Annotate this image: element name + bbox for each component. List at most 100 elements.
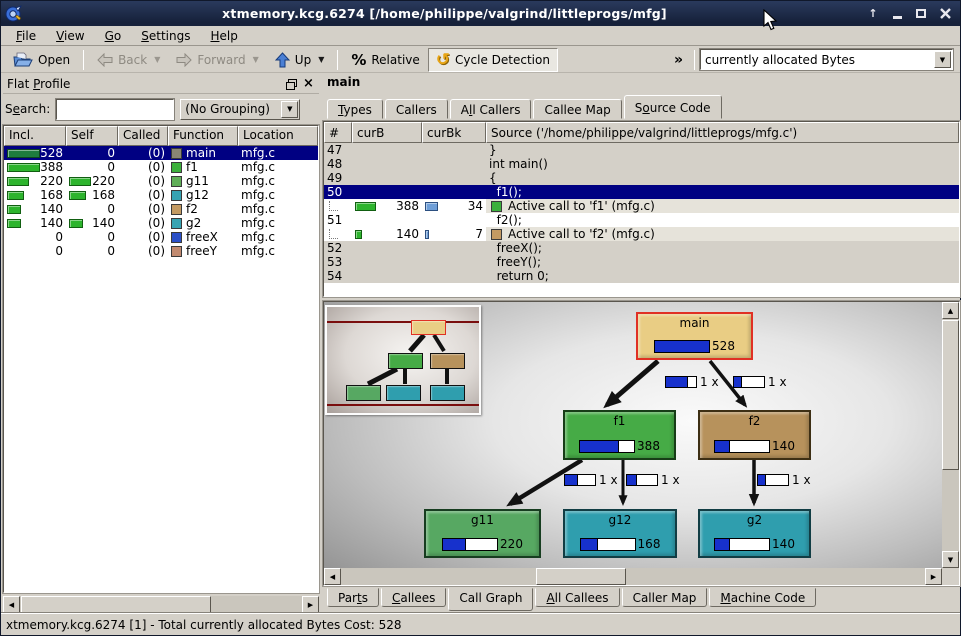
tab-machine-code[interactable]: Machine Code [709, 588, 816, 607]
app-icon [5, 5, 23, 23]
source-line-54[interactable]: 54 return 0; [324, 269, 959, 283]
back-dropdown-icon[interactable]: ▼ [154, 55, 160, 64]
scroll-left-icon[interactable]: ◀ [324, 568, 341, 585]
incl-bar [7, 163, 40, 172]
menu-file[interactable]: File [7, 28, 45, 44]
table-row-freex[interactable]: 00(0)freeXmfg.c [4, 230, 318, 244]
table-row-g2[interactable]: 140140(0)g2mfg.c [4, 216, 318, 230]
edge-cost-bar [564, 474, 596, 486]
flat-profile-hscrollbar[interactable]: ◀ ▶ [3, 596, 319, 613]
source-line-47[interactable]: 47} [324, 143, 959, 157]
table-row-g11[interactable]: 220220(0)g11mfg.c [4, 174, 318, 188]
node-cost-bar [714, 538, 770, 551]
up-button[interactable]: Up ▼ [267, 48, 333, 72]
tab-source-code[interactable]: Source Code [624, 95, 722, 119]
source-line-52[interactable]: 52 freeX(); [324, 241, 959, 255]
grouping-combo[interactable]: (No Grouping) ▼ [180, 99, 300, 120]
source-line-53[interactable]: 53 freeY(); [324, 255, 959, 269]
event-type-combo[interactable]: currently allocated Bytes ▼ [700, 49, 953, 70]
forward-button[interactable]: Forward ▼ [168, 48, 266, 72]
source-call-row[interactable]: 1407Active call to 'f2' (mfg.c) [324, 227, 959, 241]
source-line-51[interactable]: 51 f2(); [324, 213, 959, 227]
graph-node-main[interactable]: main528 [636, 312, 753, 360]
close-button[interactable] [938, 7, 952, 21]
graph-node-g12[interactable]: g12168 [563, 509, 677, 558]
cycle-detection-button[interactable]: ↺ Cycle Detection [428, 48, 558, 72]
titlebar[interactable]: xtmemory.kcg.6274 [/home/philippe/valgri… [1, 1, 960, 26]
scroll-right-icon[interactable]: ▶ [925, 568, 942, 585]
grouping-dropdown-icon[interactable]: ▼ [281, 101, 298, 118]
graph-node-f1[interactable]: f1388 [563, 410, 676, 460]
tab-types[interactable]: Types [327, 99, 383, 119]
scroll-down-icon[interactable]: ▼ [942, 551, 959, 568]
menu-help[interactable]: Help [201, 28, 246, 44]
source-line-50[interactable]: 50 f1(); [324, 185, 959, 199]
forward-dropdown-icon[interactable]: ▼ [253, 55, 259, 64]
tab-callees[interactable]: Callees [381, 588, 446, 607]
tab-caller-map[interactable]: Caller Map [622, 588, 708, 607]
graph-node-g2[interactable]: g2140 [698, 509, 811, 558]
call-graph-panel[interactable]: main528f1388f2140g11220g12168g21401 x1 x… [323, 301, 960, 586]
column-header-incl[interactable]: Incl. [4, 126, 66, 146]
tab-callers[interactable]: Callers [385, 99, 448, 119]
up-dropdown-icon[interactable]: ▼ [318, 55, 324, 64]
column-header-location[interactable]: Location [238, 126, 318, 146]
table-row-f1[interactable]: 3880(0)f1mfg.c [4, 160, 318, 174]
dock-titlebar[interactable]: Flat Profile × [3, 75, 319, 94]
function-cell: f2 [168, 202, 238, 216]
graph-node-g11[interactable]: g11220 [424, 509, 541, 558]
relative-button[interactable]: % Relative [343, 48, 427, 72]
graph-node-f2[interactable]: f2140 [698, 410, 811, 460]
maximize-button[interactable] [914, 7, 928, 21]
menu-go[interactable]: Go [96, 28, 131, 44]
dock-float-icon[interactable] [285, 78, 298, 91]
combo-dropdown-icon[interactable]: ▼ [934, 51, 951, 68]
open-button[interactable]: Open [5, 48, 78, 72]
table-row-f2[interactable]: 1400(0)f2mfg.c [4, 202, 318, 216]
scroll-up-icon[interactable]: ▲ [942, 302, 959, 319]
column-header-curb[interactable]: curB [352, 122, 422, 143]
search-input[interactable] [56, 99, 174, 120]
incl-bar [7, 219, 21, 228]
search-row: Search: (No Grouping) ▼ [3, 94, 319, 124]
graph-vscrollbar[interactable]: ▲ ▼ [942, 302, 959, 568]
column-header-called[interactable]: Called [118, 126, 168, 146]
column-header-source[interactable]: Source ('/home/philippe/valgrind/littlep… [486, 122, 959, 143]
scroll-right-icon[interactable]: ▶ [302, 596, 319, 613]
table-row-freey[interactable]: 00(0)freeYmfg.c [4, 244, 318, 258]
tab-call-graph[interactable]: Call Graph [448, 588, 533, 611]
menu-settings[interactable]: Settings [132, 28, 199, 44]
location-cell: mfg.c [238, 202, 318, 216]
tab-all-callers[interactable]: All Callers [450, 99, 532, 119]
graph-hscrollbar[interactable]: ◀ ▶ [324, 568, 942, 585]
dock-close-icon[interactable]: × [302, 78, 315, 91]
table-row-g12[interactable]: 168168(0)g12mfg.c [4, 188, 318, 202]
node-label: g11 [471, 513, 494, 527]
tab-all-callees[interactable]: All Callees [535, 588, 619, 607]
column-header-curbk[interactable]: curBk [422, 122, 486, 143]
table-row-main[interactable]: 5280(0)mainmfg.c [4, 146, 318, 160]
scroll-thumb[interactable] [21, 596, 211, 613]
scroll-left-icon[interactable]: ◀ [3, 596, 20, 613]
graph-overview-map[interactable] [325, 305, 481, 415]
shade-button[interactable]: ↑ [866, 7, 880, 21]
scroll-thumb[interactable] [942, 320, 959, 470]
source-line-49[interactable]: 49{ [324, 171, 959, 185]
column-header-function[interactable]: Function [168, 126, 238, 146]
source-line-48[interactable]: 48int main() [324, 157, 959, 171]
tab-callee-map[interactable]: Callee Map [533, 99, 621, 119]
scroll-thumb[interactable] [536, 568, 626, 585]
function-color-swatch [171, 232, 182, 243]
toolbar-overflow-button[interactable]: » [668, 52, 689, 68]
menu-view[interactable]: View [47, 28, 93, 44]
tab-parts[interactable]: Parts [327, 588, 379, 607]
column-header-[interactable]: # [324, 122, 352, 143]
node-label: g12 [609, 513, 632, 527]
incl-bar [7, 205, 21, 214]
column-header-self[interactable]: Self [66, 126, 118, 146]
source-call-row[interactable]: 38834Active call to 'f1' (mfg.c) [324, 199, 959, 213]
back-button[interactable]: Back ▼ [89, 48, 168, 72]
toolbar-separator [694, 50, 695, 70]
self-bar [69, 219, 83, 228]
minimize-button[interactable] [890, 7, 904, 21]
